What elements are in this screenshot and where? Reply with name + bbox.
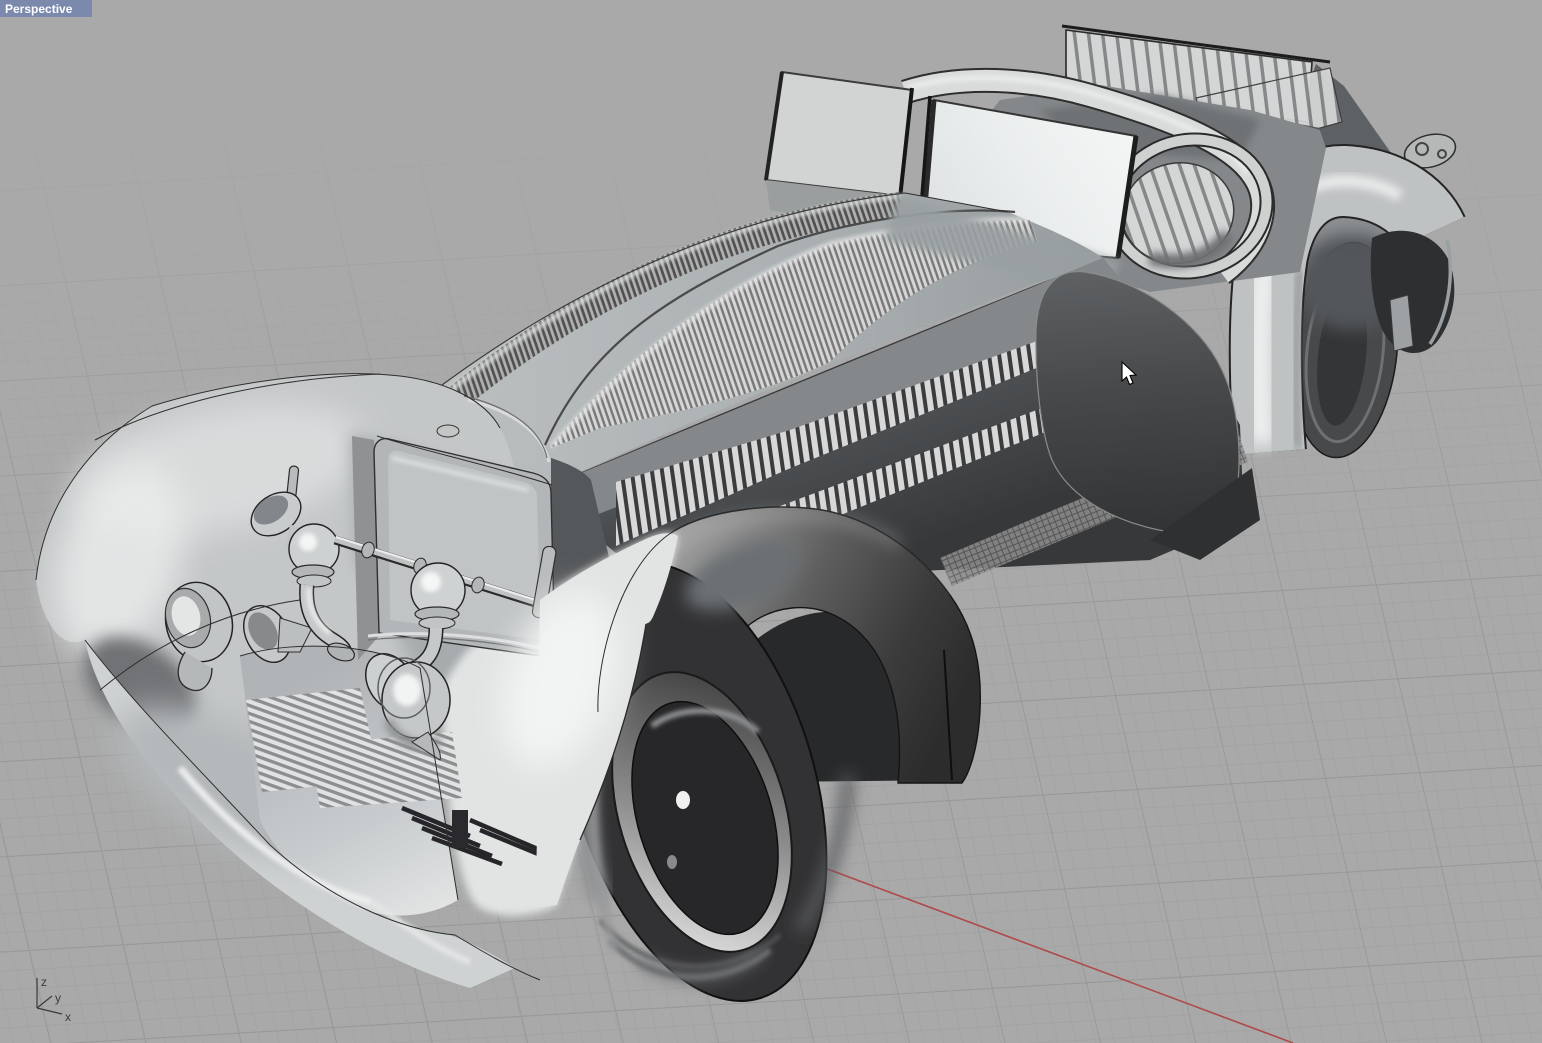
svg-text:Perspective: Perspective [5, 2, 73, 16]
svg-text:z: z [41, 975, 47, 989]
svg-text:y: y [55, 991, 61, 1005]
svg-text:x: x [65, 1010, 71, 1024]
